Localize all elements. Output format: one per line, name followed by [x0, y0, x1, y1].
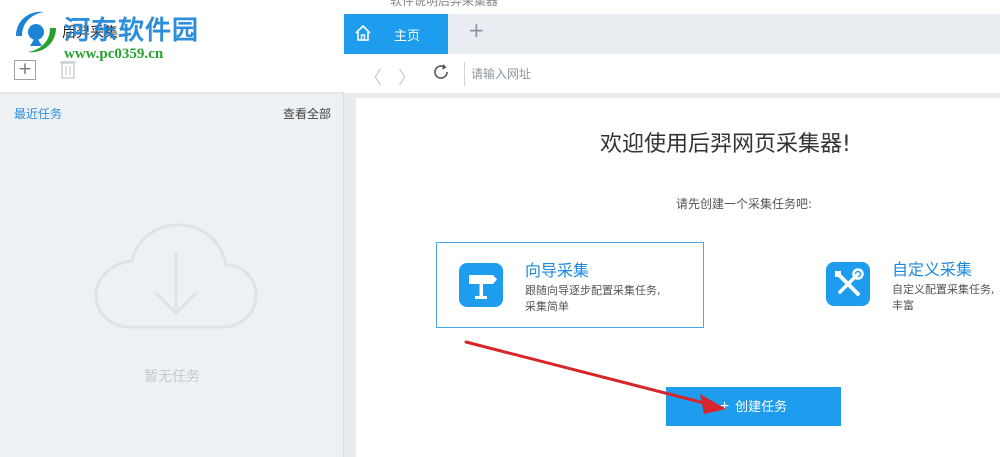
custom-card-title: 自定义采集 [892, 260, 973, 279]
custom-collect-card[interactable]: 自定义采集 自定义配置采集任务, 丰富 [810, 242, 1000, 328]
new-tab-button[interactable]: + [468, 20, 485, 40]
cloud-download-icon [94, 223, 258, 329]
welcome-heading: 欢迎使用后羿网页采集器! [600, 132, 851, 157]
watermark-title: 河东软件园 [64, 16, 200, 46]
recent-tasks-label: 最近任务 [14, 107, 63, 121]
signpost-icon [459, 263, 503, 307]
view-all-link[interactable]: 查看全部 [283, 105, 331, 122]
custom-card-description: 自定义配置采集任务, 丰富 [892, 283, 995, 312]
site-logo-icon [16, 11, 56, 53]
plus-icon: + [719, 398, 730, 415]
forward-button[interactable]: 〉 [398, 64, 416, 90]
top-cut-text: 软件说明后羿采集器 [390, 0, 499, 8]
create-task-button[interactable]: + 创建任务 [666, 387, 841, 426]
home-page: 欢迎使用后羿网页采集器! 请先创建一个采集任务吧: 向导采集 跟随向导逐步配置采… [356, 98, 1000, 457]
address-bar: 〈 〉 [344, 54, 1000, 94]
recent-task-list: 最近任务 查看全部 暂无任务 [0, 94, 344, 457]
wizard-collect-card[interactable]: 向导采集 跟随向导逐步配置采集任务, 采集简单 [436, 242, 704, 328]
empty-state-text: 暂无任务 [144, 369, 200, 385]
tab-home[interactable]: 主页 [344, 14, 448, 54]
back-button[interactable]: 〈 [364, 64, 382, 90]
url-input[interactable] [464, 62, 984, 86]
add-task-button[interactable]: + [14, 60, 36, 80]
wizard-card-title: 向导采集 [525, 261, 590, 280]
wizard-card-description: 跟随向导逐步配置采集任务, 采集简单 [525, 284, 661, 313]
home-icon [355, 24, 371, 41]
refresh-icon[interactable] [432, 63, 450, 81]
tab-home-label: 主页 [394, 29, 421, 44]
left-panel: 后羿采集 + 最近任务 查看全部 暂无任务 [0, 0, 344, 457]
watermark-url: www.pc0359.cn [64, 46, 164, 62]
app-window: 后羿采集 + 最近任务 查看全部 暂无任务 主页 + 〈 〉 请输入网址 欢迎使… [0, 0, 1000, 457]
tools-icon [826, 262, 870, 306]
welcome-subtitle: 请先创建一个采集任务吧: [676, 197, 813, 211]
create-task-label: 创建任务 [735, 399, 788, 414]
